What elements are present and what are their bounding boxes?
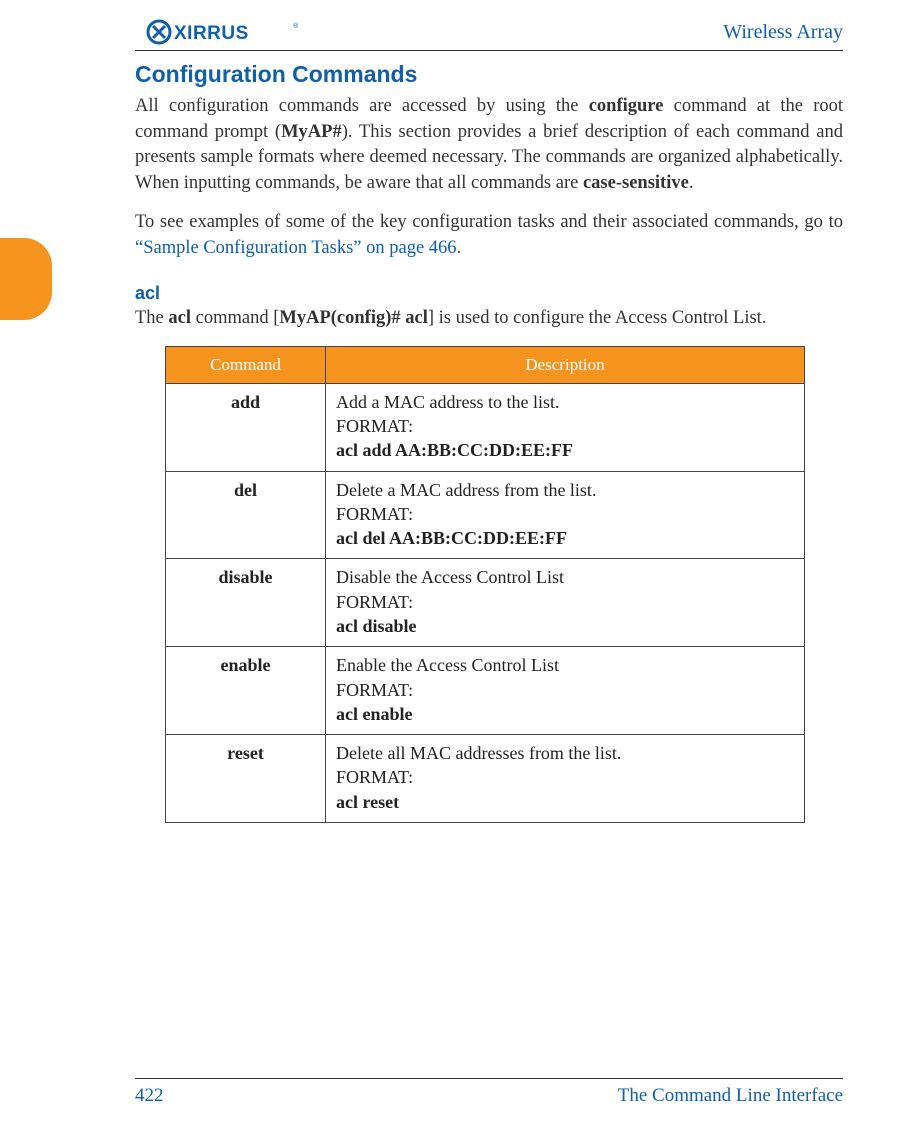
format-example: acl enable (336, 702, 794, 726)
format-example: acl reset (336, 790, 794, 814)
command-description: Enable the Access Control List (336, 653, 794, 677)
header-rule (135, 50, 843, 51)
table-header-row: Command Description (166, 346, 805, 383)
table-row: resetDelete all MAC addresses from the l… (166, 735, 805, 823)
chapter-title: The Command Line Interface (618, 1085, 843, 1107)
section-heading: Configuration Commands (135, 61, 843, 88)
command-description: Disable the Access Control List (336, 565, 794, 589)
brand-logo: XIRRUS ® (146, 18, 306, 46)
acl-description: The acl command [MyAP(config)# acl] is u… (135, 306, 843, 332)
format-label: FORMAT: (336, 678, 794, 702)
command-description: Add a MAC address to the list. (336, 390, 794, 414)
table-row: enableEnable the Access Control ListFORM… (166, 647, 805, 735)
svg-text:XIRRUS: XIRRUS (174, 23, 249, 44)
format-label: FORMAT: (336, 502, 794, 526)
command-name: reset (166, 735, 326, 823)
page-number: 422 (135, 1085, 164, 1107)
command-description: Delete a MAC address from the list. (336, 478, 794, 502)
table-row: addAdd a MAC address to the list.FORMAT:… (166, 383, 805, 471)
intro-paragraph: All configuration commands are accessed … (135, 94, 843, 196)
command-description-cell: Disable the Access Control ListFORMAT:ac… (326, 559, 805, 647)
svg-text:®: ® (293, 22, 299, 30)
command-description: Delete all MAC addresses from the list. (336, 741, 794, 765)
format-label: FORMAT: (336, 590, 794, 614)
command-name: enable (166, 647, 326, 735)
table-header-description: Description (326, 346, 805, 383)
command-description-cell: Delete all MAC addresses from the list.F… (326, 735, 805, 823)
format-label: FORMAT: (336, 765, 794, 789)
format-example: acl del AA:BB:CC:DD:EE:FF (336, 526, 794, 550)
subsection-heading-acl: acl (135, 283, 843, 304)
see-also-paragraph: To see examples of some of the key confi… (135, 210, 843, 261)
command-name: add (166, 383, 326, 471)
sample-config-link[interactable]: “Sample Configuration Tasks” on page 466 (135, 238, 457, 258)
command-name: disable (166, 559, 326, 647)
see-also-suffix: . (457, 238, 462, 258)
format-example: acl add AA:BB:CC:DD:EE:FF (336, 438, 794, 462)
command-description-cell: Delete a MAC address from the list.FORMA… (326, 471, 805, 559)
footer-rule (135, 1078, 843, 1079)
see-also-prefix: To see examples of some of the key confi… (135, 212, 843, 232)
command-description-cell: Enable the Access Control ListFORMAT:acl… (326, 647, 805, 735)
page-margin-tab (0, 238, 52, 320)
command-name: del (166, 471, 326, 559)
format-label: FORMAT: (336, 414, 794, 438)
table-row: delDelete a MAC address from the list.FO… (166, 471, 805, 559)
table-header-command: Command (166, 346, 326, 383)
command-description-cell: Add a MAC address to the list.FORMAT:acl… (326, 383, 805, 471)
format-example: acl disable (336, 614, 794, 638)
product-name: Wireless Array (723, 21, 843, 44)
command-table: Command Description addAdd a MAC address… (165, 346, 805, 823)
table-row: disableDisable the Access Control ListFO… (166, 559, 805, 647)
